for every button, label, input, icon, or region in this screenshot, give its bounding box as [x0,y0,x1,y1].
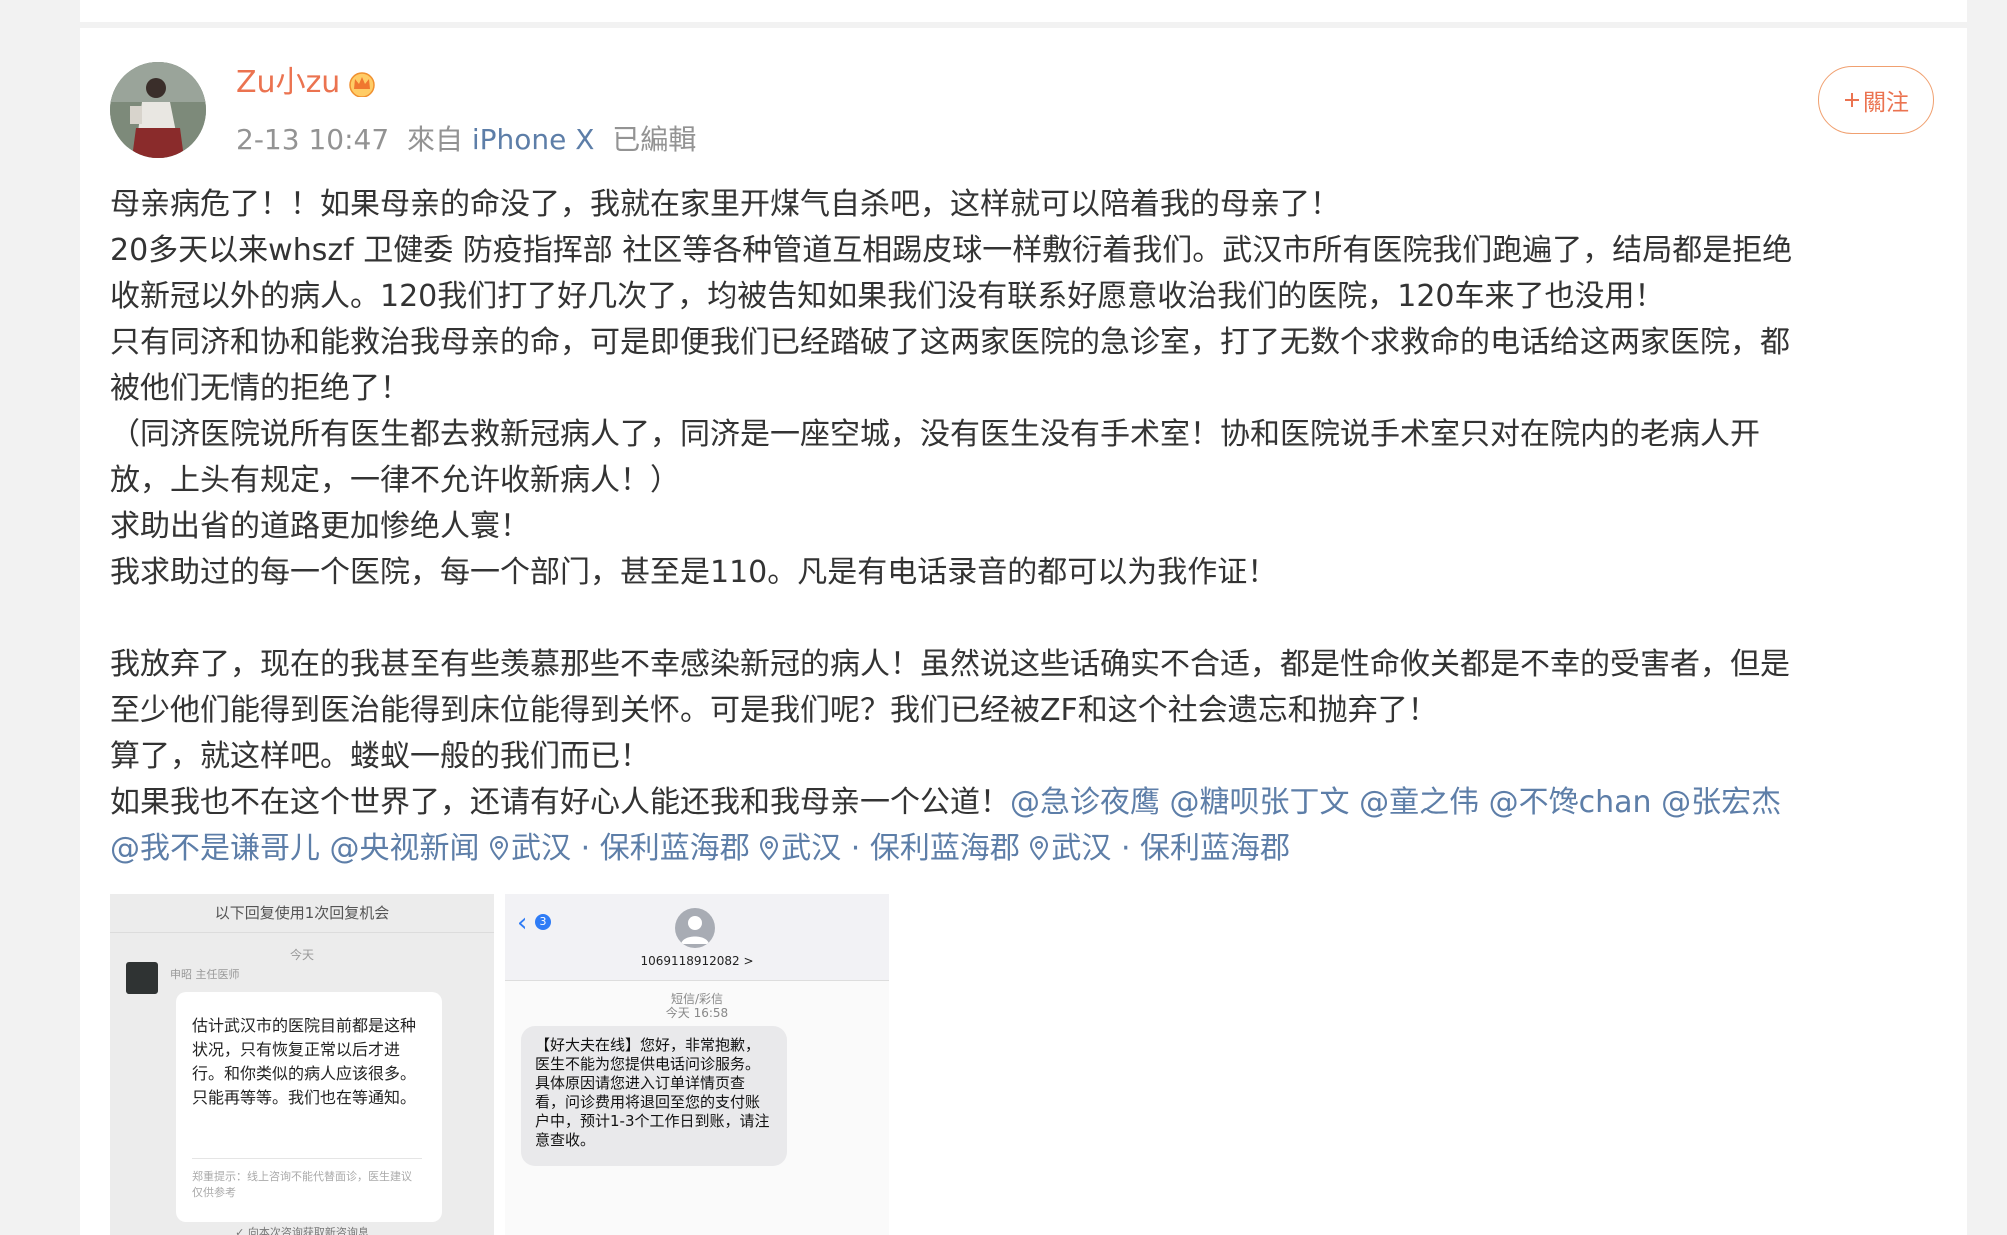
follow-label: 關注 [1863,90,1909,116]
sms-message-bubble: 【好大夫在线】您好，非常抱歉，医生不能为您提供电话问诊服务。具体原因请您进入订单… [521,1026,787,1166]
post-text: 母亲病危了！！如果母亲的命没了，我就在家里开煤气自杀吧，这样就可以陪着我的母亲了… [110,182,1940,872]
post-line: 求助出省的道路更加惨绝人寰！ [110,509,530,544]
post-line: 母亲病危了！！如果母亲的命没了，我就在家里开煤气自杀吧，这样就可以陪着我的母亲了… [110,187,1340,222]
sms-label: 短信/彩信 今天 16:58 [505,992,889,1020]
post-meta: 2-13 10:47 來自 iPhone X 已編輯 [236,120,696,160]
contact-avatar-icon [675,908,715,948]
username[interactable]: Zu小zu [236,63,378,103]
mention-link[interactable]: @急诊夜鹰 [1010,785,1160,820]
post-line: 20多天以来whszf 卫健委 防疫指挥部 社区等各种管道互相踢皮球一样敷衍着我… [110,233,1793,268]
doctor-name: 申昭 主任医师 [170,968,240,981]
post-line: 收新冠以外的病人。120我们打了好几次了，均被告知如果我们没有联系好愿意收治我们… [110,279,1665,314]
source-prefix: 來自 [406,123,463,156]
mention-link[interactable]: @童之伟 [1359,785,1479,820]
location-link[interactable]: 武汉 · 保利蓝海郡 [759,831,1020,866]
post-images: 以下回复使用1次回复机会 今天 申昭 主任医师 估计武汉市的医院目前都是这种状况… [110,894,890,1235]
post-line: 至少他们能得到医治能得到床位能得到关怀。可是我们呢？我们已经被ZF和这个社会遗忘… [110,693,1438,728]
doctor-avatar [126,962,158,994]
location-pin-icon [490,835,509,861]
post-line: 算了，就这样吧。蝼蚁一般的我们而已！ [110,739,650,774]
location-link[interactable]: 武汉 · 保利蓝海郡 [1029,831,1290,866]
bottom-hint: ✓ 向本次咨询获取新咨询息 [235,1226,369,1235]
location-label: 武汉 · 保利蓝海郡 [511,831,750,866]
post-line: 放，上头有规定，一律不允许收新病人！） [110,463,680,498]
location-link[interactable]: 武汉 · 保利蓝海郡 [489,831,750,866]
location-label: 武汉 · 保利蓝海郡 [1051,831,1291,866]
post-image-1[interactable]: 以下回复使用1次回复机会 今天 申昭 主任医师 估计武汉市的医院目前都是这种状况… [110,894,494,1235]
mention-link[interactable]: @张宏杰 [1661,785,1781,820]
doctor-message: 估计武汉市的医院目前都是这种状况，只有恢复正常以后才进行。和你类似的病人应该很多… [192,1016,417,1107]
post-line: 我放弃了，现在的我甚至有些羡慕那些不幸感染新冠的病人！虽然说这些话确实不合适，都… [110,647,1790,682]
mention-link[interactable]: @央视新闻 [330,831,480,866]
chat-date: 今天 [289,948,314,962]
mentions-locations-line: @我不是谦哥儿 @央视新闻 武汉 · 保利蓝海郡 武汉 · 保利蓝海郡 武汉 ·… [110,826,1940,872]
sms-time: 今天 16:58 [665,1006,729,1020]
post-line: 只有同济和协和能救治我母亲的命，可是即便我们已经踏破了这两家医院的急诊室，打了无… [110,325,1790,360]
sms-header: ‹ 3 1069118912082 > [505,894,889,981]
post-image-2[interactable]: ‹ 3 1069118912082 > 短信/彩信 今天 16:58 【好大夫在… [505,894,889,1235]
edited-label[interactable]: 已編輯 [612,123,696,156]
disclaimer-note: 郑重提示：线上咨询不能代替面诊，医生建议仅供参考 [192,1158,422,1201]
weibo-post-card: Zu小zu 2-13 10:47 來自 iPhone X 已編輯 關注 母亲病危… [80,28,1967,1235]
post-line: （同济医院说所有医生都去救新冠病人了，同济是一座空城，没有医生没有手术室！协和医… [110,417,1760,452]
post-line: 我求助过的每一个医院，每一个部门，甚至是110。凡是有电话录音的都可以为我作证！ [110,555,1278,590]
crown-icon [349,72,376,97]
username-text[interactable]: Zu小zu [236,63,340,103]
post-line: 如果我也不在这个世界了，还请有好心人能还我和我母亲一个公道！ [110,785,1010,820]
mention-link[interactable]: @不馋chan [1489,785,1652,820]
location-pin-icon [1030,835,1049,861]
avatar[interactable] [110,62,206,158]
previous-post-card [80,0,1967,22]
unread-badge: 3 [535,914,551,930]
follow-button[interactable]: 關注 [1818,66,1934,134]
location-label: 武汉 · 保利蓝海郡 [781,831,1020,866]
doctor-message-bubble: 估计武汉市的医院目前都是这种状况，只有恢复正常以后才进行。和你类似的病人应该很多… [176,992,442,1222]
reply-header: 以下回复使用1次回复机会 [110,894,494,933]
timestamp[interactable]: 2-13 10:47 [236,123,389,156]
location-pin-icon [760,835,779,861]
back-chevron-icon: ‹ [517,908,528,938]
post-line: 被他们无情的拒绝了！ [110,371,410,406]
mention-link[interactable]: @我不是谦哥儿 [110,831,320,866]
sender-number: 1069118912082 > [640,954,754,968]
plus-icon [1845,93,1859,107]
sms-type: 短信/彩信 [670,992,724,1006]
post-line-with-mentions: 如果我也不在这个世界了，还请有好心人能还我和我母亲一个公道！@急诊夜鹰 @糖呗张… [110,780,1940,826]
source-device: iPhone X [471,123,595,156]
mention-link[interactable]: @糖呗张丁文 [1170,785,1350,820]
